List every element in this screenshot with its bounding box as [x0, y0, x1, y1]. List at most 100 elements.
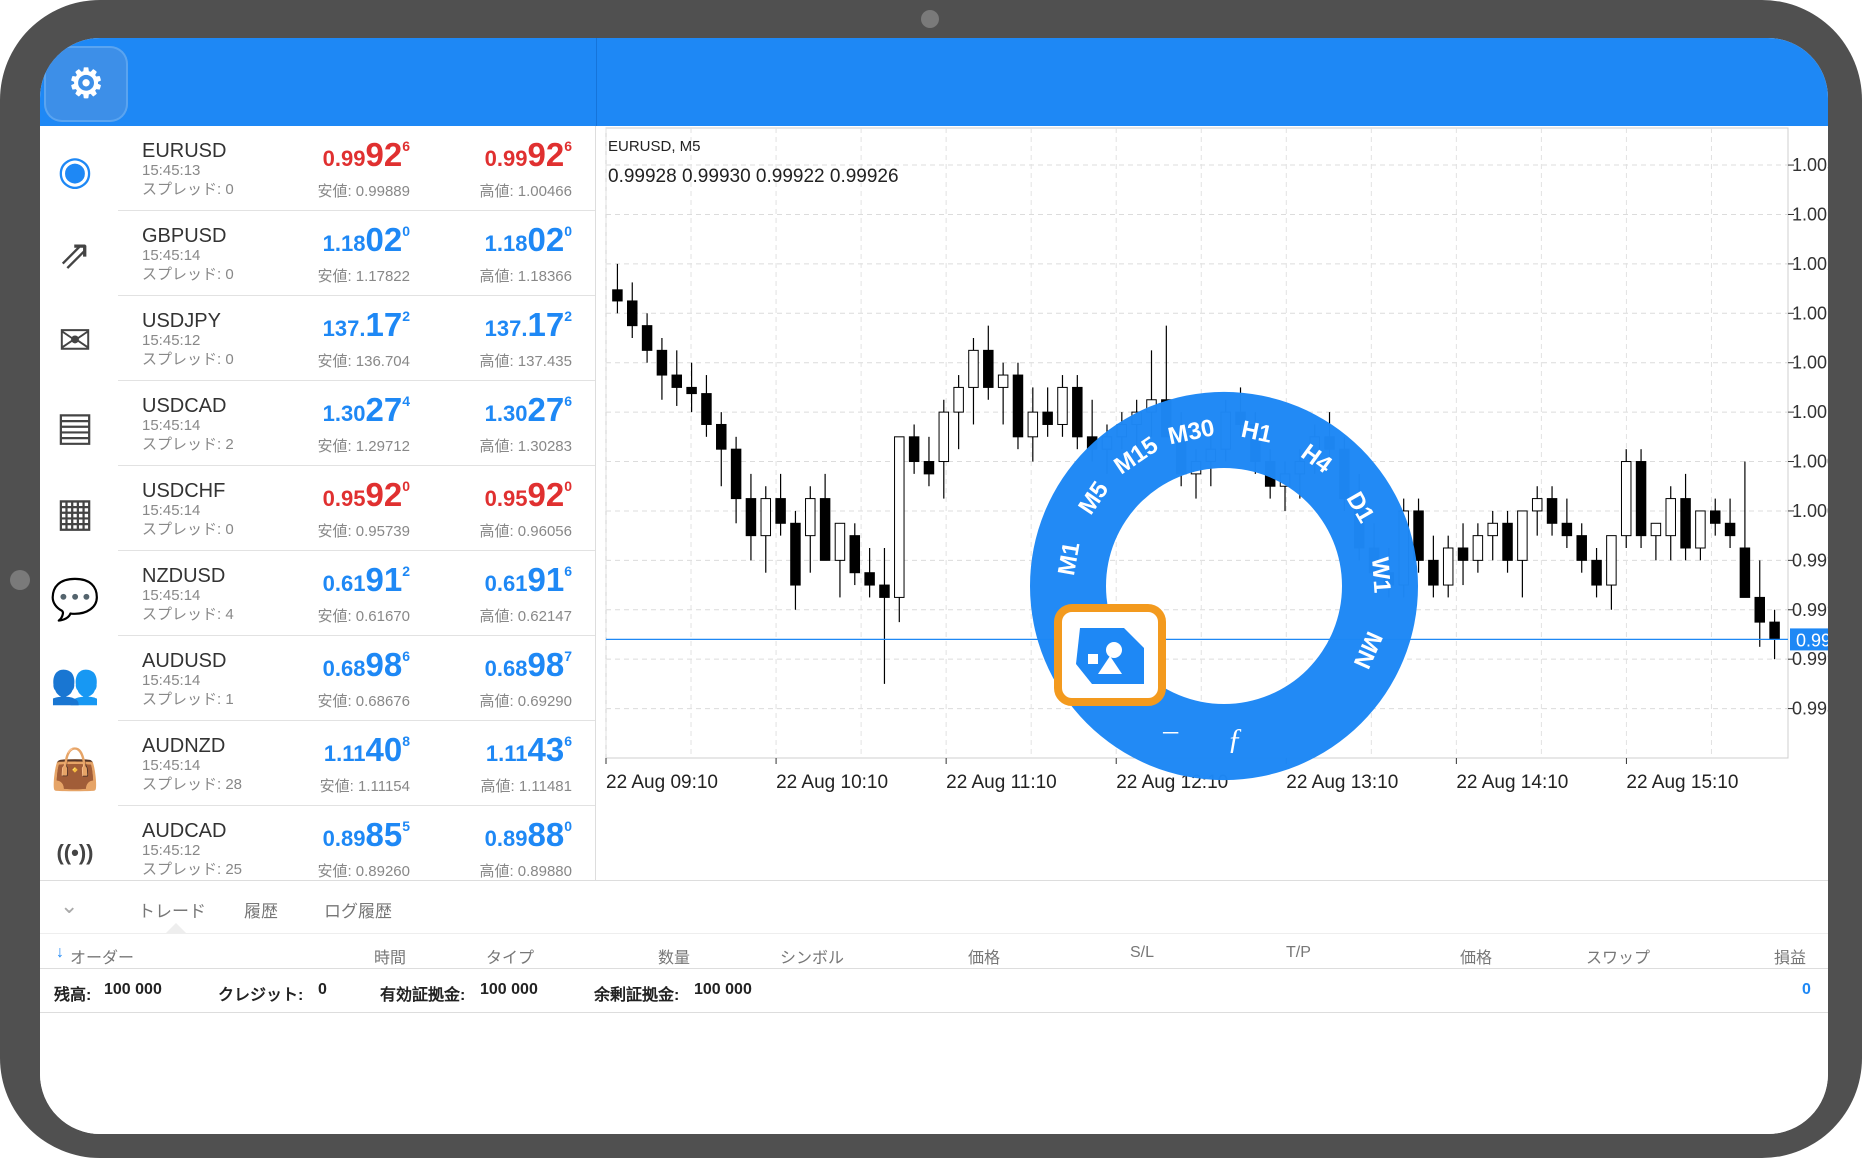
quote-symbol: USDJPY — [142, 310, 221, 332]
quote-high: 高値: 0.62147 — [479, 608, 572, 625]
col-sl[interactable]: S/L — [1130, 944, 1154, 962]
chevron-down-icon[interactable]: ⌄ — [60, 893, 78, 919]
candle-bull — [997, 374, 1009, 388]
candle-bear — [656, 349, 668, 376]
col-price-current[interactable]: 価格 — [1460, 944, 1492, 968]
quote-time: 15:45:14 — [142, 757, 201, 774]
quote-low: 安値: 0.95739 — [317, 523, 410, 540]
chat-icon[interactable]: 💬 — [44, 568, 106, 630]
candle-bull — [1487, 522, 1498, 537]
col-price[interactable]: 価格 — [968, 944, 1000, 968]
top-bar-divider — [596, 38, 597, 126]
community-icon[interactable]: 👥 — [44, 652, 106, 714]
quote-symbol: USDCHF — [142, 480, 226, 502]
candle-bear — [612, 289, 623, 302]
calendar-icon[interactable]: ▦ — [44, 482, 106, 544]
col-symbol[interactable]: シンボル — [780, 944, 844, 968]
bid-prefix: 0.61 — [322, 571, 366, 596]
mail-icon[interactable]: ✉ — [44, 310, 106, 372]
quote-row-audcad[interactable]: AUDCAD 15:45:12 スプレッド: 25 0.89855 0.89880 安値:… — [118, 806, 595, 880]
tab-trade[interactable]: トレード — [138, 897, 206, 922]
col-order[interactable]: オーダー — [70, 944, 134, 968]
quote-bid: 0.61912 — [323, 561, 410, 599]
timeframe-m1[interactable]: M1 — [1053, 540, 1085, 578]
candle-bull — [805, 498, 816, 537]
ask-prefix: 0.89 — [484, 826, 528, 851]
candle-bull — [1517, 510, 1528, 561]
trade-icon[interactable]: ⇗ — [44, 224, 106, 286]
left-nav: ◉ ⇗ ✉ ▤ ▦ 💬 👥 👜 ((•)) — [40, 126, 118, 880]
col-profit[interactable]: 損益 — [1774, 944, 1806, 968]
quote-row-usdchf[interactable]: USDCHF 15:45:14 スプレッド: 0 0.95920 0.95920 安値: … — [118, 466, 595, 551]
app-logo-icon[interactable]: ⚙ — [44, 46, 128, 122]
drawing-icon-circle — [1106, 642, 1122, 658]
quote-time: 15:45:12 — [142, 842, 201, 859]
quote-row-audnzd[interactable]: AUDNZD 15:45:14 スプレッド: 28 1.11408 1.11436 安値:… — [118, 721, 595, 806]
quote-row-usdjpy[interactable]: USDJPY 15:45:12 スプレッド: 0 137.172 137.172 安値: … — [118, 296, 595, 381]
candle-bear — [1457, 547, 1469, 561]
sort-arrow-icon[interactable]: ↓ — [56, 944, 64, 962]
col-type[interactable]: タイプ — [486, 944, 534, 968]
news-icon[interactable]: ▤ — [44, 396, 106, 458]
ask-point: 0 — [564, 818, 572, 834]
col-time[interactable]: 時間 — [374, 944, 406, 968]
ask-prefix: 1.18 — [484, 231, 528, 256]
ask-prefix: 0.99 — [484, 146, 528, 171]
toolbox-panel: ⌄ トレード 履歴 ログ履歴 ↓ オーダー 時間 タイプ 数量 シンボル 価格 … — [40, 880, 1828, 1134]
chart-panel[interactable]: 1.00310 1.00270 1.00230 1.00190 1.00150 1.001… — [600, 126, 1828, 880]
top-bar: ⚙ — [40, 38, 1828, 126]
bid-prefix: 1.30 — [322, 401, 366, 426]
ask-point: 0 — [564, 223, 572, 239]
y-tick-label: 0.99910 — [1792, 649, 1828, 669]
quote-row-gbpusd[interactable]: GBPUSD 15:45:14 スプレッド: 0 1.18020 1.18020 安値: … — [118, 211, 595, 296]
quotes-icon[interactable]: ◉ — [44, 140, 106, 202]
market-icon[interactable]: 👜 — [44, 738, 106, 800]
y-tick-label: 1.00150 — [1792, 353, 1828, 373]
profit-total: 0 — [1802, 981, 1811, 998]
signal-icon[interactable]: ((•)) — [44, 822, 106, 884]
tab-history[interactable]: 履歴 — [244, 897, 278, 922]
quote-row-usdcad[interactable]: USDCAD 15:45:14 スプレッド: 2 1.30274 1.30276 安値: … — [118, 381, 595, 466]
candle-bear — [745, 498, 757, 537]
quotes-list: EURUSD 15:45:13 スプレッド: 0 0.99926 0.99926 安値: … — [118, 126, 596, 880]
ask-point: 6 — [564, 733, 572, 749]
col-volume[interactable]: 数量 — [658, 944, 690, 968]
equity-value: 100 000 — [480, 981, 538, 998]
col-swap[interactable]: スワップ — [1586, 944, 1650, 968]
quote-row-audusd[interactable]: AUDUSD 15:45:14 スプレッド: 1 0.68986 0.68987 安値: … — [118, 636, 595, 721]
camera-dot — [921, 10, 939, 28]
ask-pips: 91 — [527, 561, 565, 598]
bid-prefix: 0.95 — [322, 486, 366, 511]
quote-low: 安値: 0.68676 — [317, 693, 410, 710]
bid-prefix: 137. — [322, 316, 366, 341]
wheel-indicator-button[interactable]: ƒ — [1227, 723, 1242, 756]
bid-prefix: 1.11 — [323, 741, 366, 766]
quote-time: 15:45:13 — [142, 162, 201, 179]
quote-spread: スプレッド: 0 — [142, 351, 234, 368]
candlestick-chart[interactable]: 1.00310 1.00270 1.00230 1.00190 1.00150 1.001… — [600, 126, 1828, 880]
wheel-minus-button[interactable]: – — [1162, 713, 1179, 746]
y-tick-label: 1.00230 — [1792, 254, 1828, 274]
candle-bear — [1754, 596, 1765, 623]
quote-row-nzdusd[interactable]: NZDUSD 15:45:14 スプレッド: 4 0.61912 0.61916 安値: … — [118, 551, 595, 636]
tablet-bezel: ⚙ ◉ ⇗ ✉ ▤ ▦ 💬 👥 👜 ((•)) EURUSD 15:45:13 スプレッド: 0 0.… — [0, 0, 1862, 1158]
tab-log-history[interactable]: ログ履歴 — [324, 897, 392, 922]
col-tp[interactable]: T/P — [1286, 944, 1311, 962]
bid-pips: 91 — [365, 561, 403, 598]
candle-bear — [1709, 510, 1721, 524]
quote-symbol: AUDUSD — [142, 650, 227, 672]
y-tick-label: 1.00310 — [1792, 155, 1828, 175]
x-tick-label: 22 Aug 10:10 — [776, 772, 888, 793]
candle-bear — [730, 448, 742, 500]
quote-spread: スプレッド: 0 — [142, 181, 234, 198]
candle-bull — [1695, 510, 1706, 549]
bid-pips: 98 — [365, 646, 403, 683]
candle-bull — [1027, 411, 1039, 438]
quote-bid: 1.11408 — [324, 731, 410, 769]
quote-spread: スプレッド: 28 — [142, 776, 243, 793]
candle-bear — [1739, 547, 1751, 598]
quote-row-eurusd[interactable]: EURUSD 15:45:13 スプレッド: 0 0.99926 0.99926 安値: … — [118, 126, 595, 211]
quote-ask: 1.11436 — [486, 731, 572, 769]
candle-bear — [716, 423, 727, 450]
timeframe-w1[interactable]: W1 — [1366, 556, 1395, 594]
